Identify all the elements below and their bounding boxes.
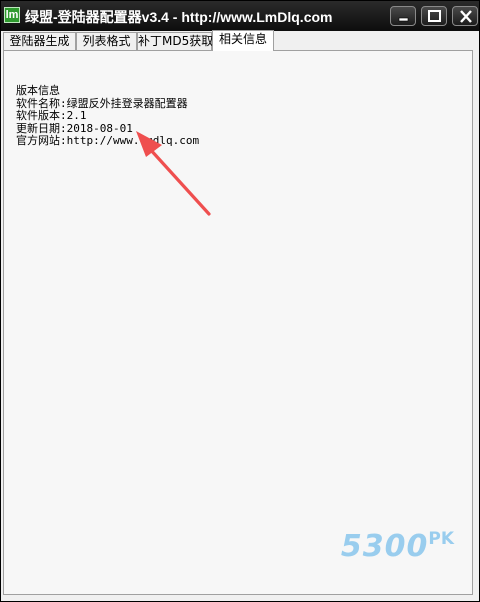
tab-launcher-generate[interactable]: 登陆器生成 bbox=[3, 32, 76, 50]
tab-patch-md5[interactable]: 补丁MD5获取 bbox=[137, 32, 213, 50]
tab-related-info[interactable]: 相关信息 bbox=[212, 30, 274, 51]
window-title: 绿盟-登陆器配置器v3.4 - http://www.LmDlq.com bbox=[25, 9, 333, 25]
watermark-suffix: PK bbox=[428, 529, 454, 549]
app-logo-icon: lm bbox=[4, 7, 20, 23]
minimize-icon bbox=[398, 17, 409, 22]
annotation-arrow bbox=[136, 131, 211, 216]
app-window: lm 绿盟-登陆器配置器v3.4 - http://www.LmDlq.com … bbox=[0, 0, 480, 602]
title-bar[interactable]: lm 绿盟-登陆器配置器v3.4 - http://www.LmDlq.com bbox=[1, 1, 479, 31]
arrow-shaft bbox=[147, 146, 211, 216]
close-icon bbox=[460, 10, 472, 23]
close-button[interactable] bbox=[452, 6, 478, 26]
arrow-head bbox=[136, 131, 162, 157]
watermark-number: 5300 bbox=[340, 529, 429, 564]
watermark-logo: 5300PK bbox=[341, 529, 454, 564]
maximize-icon bbox=[428, 10, 441, 22]
tab-panel: 版本信息 软件名称:绿盟反外挂登录器配置器 软件版本:2.1 更新日期:2018… bbox=[3, 50, 473, 595]
maximize-button[interactable] bbox=[421, 6, 447, 26]
tab-list-format[interactable]: 列表格式 bbox=[76, 32, 137, 50]
minimize-button[interactable] bbox=[390, 6, 416, 26]
